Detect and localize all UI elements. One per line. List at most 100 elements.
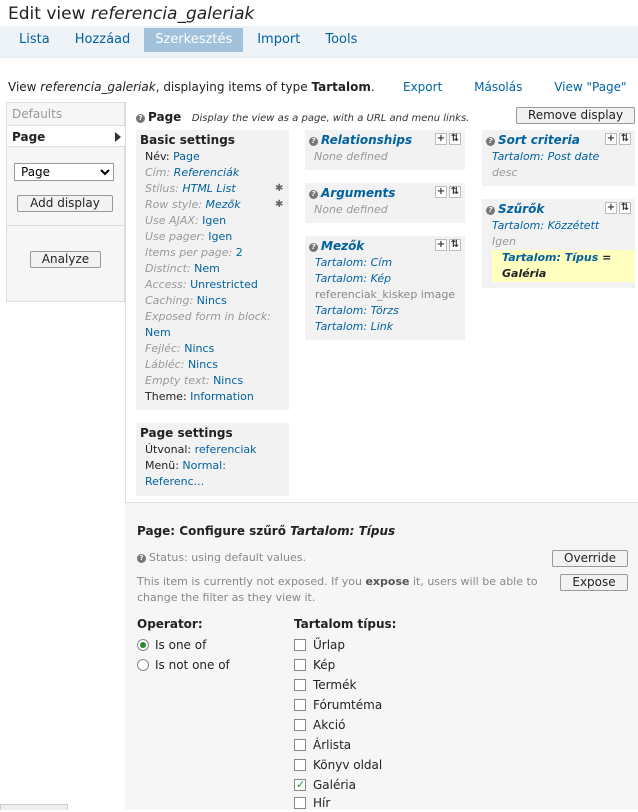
status-text: ? Status: using default values. bbox=[137, 551, 306, 564]
field-item[interactable]: referenciak_kiskep image bbox=[305, 287, 465, 303]
tab-lista[interactable]: Lista bbox=[8, 28, 61, 52]
checkbox-icon[interactable] bbox=[294, 719, 306, 731]
basic-setting-row[interactable]: Row style: Mezők ✱ bbox=[136, 197, 289, 213]
arguments-title[interactable]: ? Arguments + ⇅ bbox=[305, 183, 465, 202]
rearrange-icon[interactable]: ⇅ bbox=[449, 186, 461, 198]
operator-is-not-one-of[interactable]: Is not one of bbox=[137, 658, 257, 674]
filters-title[interactable]: ? Szűrők + ⇅ bbox=[482, 199, 635, 218]
type-checkbox-arlista[interactable]: Árlista bbox=[294, 738, 351, 754]
tab-szerkesztes[interactable]: Szerkesztés bbox=[144, 28, 244, 52]
help-icon[interactable]: ? bbox=[136, 114, 145, 123]
tab-hozzaad[interactable]: Hozzáad bbox=[64, 28, 142, 52]
field-item[interactable]: Tartalom: Kép bbox=[305, 271, 465, 287]
field-item[interactable]: Tartalom: Link bbox=[305, 319, 465, 335]
help-icon[interactable]: ? bbox=[137, 554, 146, 563]
basic-setting-row[interactable]: Fejléc: Nincs bbox=[136, 341, 289, 357]
basic-setting-row[interactable]: Use pager: Igen bbox=[136, 229, 289, 245]
add-icon[interactable]: + bbox=[435, 133, 447, 145]
basic-setting-row[interactable]: Nem bbox=[136, 325, 289, 341]
remove-display-button[interactable]: Remove display bbox=[516, 107, 635, 124]
type-checkbox-konyv-oldal[interactable]: Könyv oldal bbox=[294, 758, 382, 774]
arguments-box: ? Arguments + ⇅ None defined bbox=[305, 183, 465, 223]
sort-item[interactable]: Tartalom: Post date bbox=[482, 149, 635, 165]
page-title: Edit view referencia_galeriak bbox=[8, 4, 255, 24]
basic-setting-row[interactable]: Cím: Referenciák bbox=[136, 165, 289, 181]
tab-import[interactable]: Import bbox=[246, 28, 311, 52]
basic-setting-row[interactable]: Theme: Information bbox=[136, 389, 289, 405]
filters-box: ? Szűrők + ⇅ Tartalom: Közzétett Igen Tart… bbox=[482, 199, 635, 288]
page-settings-box: Page settings Útvonal: referenciak Menü:… bbox=[136, 423, 289, 496]
checkbox-icon[interactable] bbox=[294, 797, 306, 809]
rearrange-icon[interactable]: ⇅ bbox=[449, 133, 461, 145]
export-link[interactable]: Export bbox=[403, 80, 442, 94]
display-type-select[interactable]: Page bbox=[14, 163, 114, 181]
relationships-box: ? Relationships + ⇅ None defined bbox=[305, 130, 465, 170]
sidebar-divider bbox=[7, 225, 124, 226]
type-checkbox-termek[interactable]: Termék bbox=[294, 678, 356, 694]
field-item[interactable]: Tartalom: Törzs bbox=[305, 303, 465, 319]
basic-setting-row[interactable]: Items per page: 2 bbox=[136, 245, 289, 261]
relationships-title[interactable]: ? Relationships + ⇅ bbox=[305, 130, 465, 149]
gear-icon[interactable]: ✱ bbox=[275, 200, 285, 210]
basic-setting-row[interactable]: Access: Unrestricted bbox=[136, 277, 289, 293]
sidebar-item-defaults[interactable]: Defaults bbox=[7, 103, 124, 125]
type-checkbox-urlap[interactable]: Űrlap bbox=[294, 638, 345, 654]
help-icon[interactable]: ? bbox=[486, 206, 495, 215]
page-setting-row[interactable]: Referenc... bbox=[136, 474, 289, 490]
type-checkbox-kep[interactable]: Kép bbox=[294, 658, 335, 674]
operator-is-one-of[interactable]: Is one of bbox=[137, 638, 257, 654]
view-page-link[interactable]: View "Page" bbox=[554, 80, 626, 94]
fields-title[interactable]: ? Mezők + ⇅ bbox=[305, 236, 465, 255]
tab-tools[interactable]: Tools bbox=[314, 28, 368, 52]
add-icon[interactable]: + bbox=[605, 133, 617, 145]
help-icon[interactable]: ? bbox=[309, 190, 318, 199]
type-checkbox-galeria[interactable]: Galéria bbox=[294, 778, 356, 794]
basic-setting-row[interactable]: Distinct: Nem bbox=[136, 261, 289, 277]
checkbox-checked-icon[interactable] bbox=[294, 778, 306, 791]
basic-setting-row[interactable]: Stílus: HTML List ✱ bbox=[136, 181, 289, 197]
display-header: ? Page Display the view as a page, with a… bbox=[136, 110, 469, 124]
sidebar-item-page[interactable]: Page bbox=[7, 125, 125, 147]
page-setting-row[interactable]: Menü: Normal: bbox=[136, 458, 289, 474]
radio-selected-icon[interactable] bbox=[137, 639, 149, 651]
basic-setting-row[interactable]: Lábléc: Nincs bbox=[136, 357, 289, 373]
add-display-button[interactable]: Add display bbox=[17, 195, 113, 212]
basic-setting-row[interactable]: Caching: Nincs bbox=[136, 293, 289, 309]
checkbox-icon[interactable] bbox=[294, 759, 306, 771]
expose-button[interactable]: Expose bbox=[560, 574, 628, 591]
type-checkbox-forumtema[interactable]: Fórumtéma bbox=[294, 698, 382, 714]
add-icon[interactable]: + bbox=[435, 186, 447, 198]
basic-settings-title: Basic settings bbox=[140, 133, 235, 147]
fields-box: ? Mezők + ⇅ Tartalom: Cím Tartalom: Kép re… bbox=[305, 236, 465, 340]
basic-setting-row[interactable]: Use AJAX: Igen bbox=[136, 213, 289, 229]
gear-icon[interactable]: ✱ bbox=[275, 184, 285, 194]
add-icon[interactable]: + bbox=[605, 202, 617, 214]
view-links: Export Másolás View "Page" bbox=[403, 80, 627, 94]
analyze-button[interactable]: Analyze bbox=[30, 251, 101, 268]
checkbox-icon[interactable] bbox=[294, 639, 306, 651]
masolas-link[interactable]: Másolás bbox=[474, 80, 522, 94]
radio-icon[interactable] bbox=[137, 659, 149, 671]
filter-item-selected[interactable]: Tartalom: Típus = Galéria bbox=[492, 250, 635, 282]
checkbox-icon[interactable] bbox=[294, 739, 306, 751]
rearrange-icon[interactable]: ⇅ bbox=[619, 202, 631, 214]
filter-item[interactable]: Tartalom: Közzétett bbox=[482, 218, 635, 234]
basic-setting-row[interactable]: Név: Page bbox=[136, 149, 289, 165]
override-button[interactable]: Override bbox=[552, 550, 628, 567]
bottom-tab[interactable] bbox=[0, 804, 68, 810]
checkbox-icon[interactable] bbox=[294, 679, 306, 691]
add-icon[interactable]: + bbox=[435, 239, 447, 251]
help-icon[interactable]: ? bbox=[486, 137, 495, 146]
checkbox-icon[interactable] bbox=[294, 659, 306, 671]
basic-setting-row[interactable]: Exposed form in block: bbox=[136, 309, 289, 325]
basic-setting-row[interactable]: Empty text: Nincs bbox=[136, 373, 289, 389]
help-icon[interactable]: ? bbox=[309, 137, 318, 146]
rearrange-icon[interactable]: ⇅ bbox=[619, 133, 631, 145]
field-item[interactable]: Tartalom: Cím bbox=[305, 255, 465, 271]
sort-criteria-title[interactable]: ? Sort criteria + ⇅ bbox=[482, 130, 635, 149]
help-icon[interactable]: ? bbox=[309, 243, 318, 252]
checkbox-icon[interactable] bbox=[294, 699, 306, 711]
page-setting-row[interactable]: Útvonal: referenciak bbox=[136, 442, 289, 458]
rearrange-icon[interactable]: ⇅ bbox=[449, 239, 461, 251]
type-checkbox-akcio[interactable]: Akció bbox=[294, 718, 345, 734]
